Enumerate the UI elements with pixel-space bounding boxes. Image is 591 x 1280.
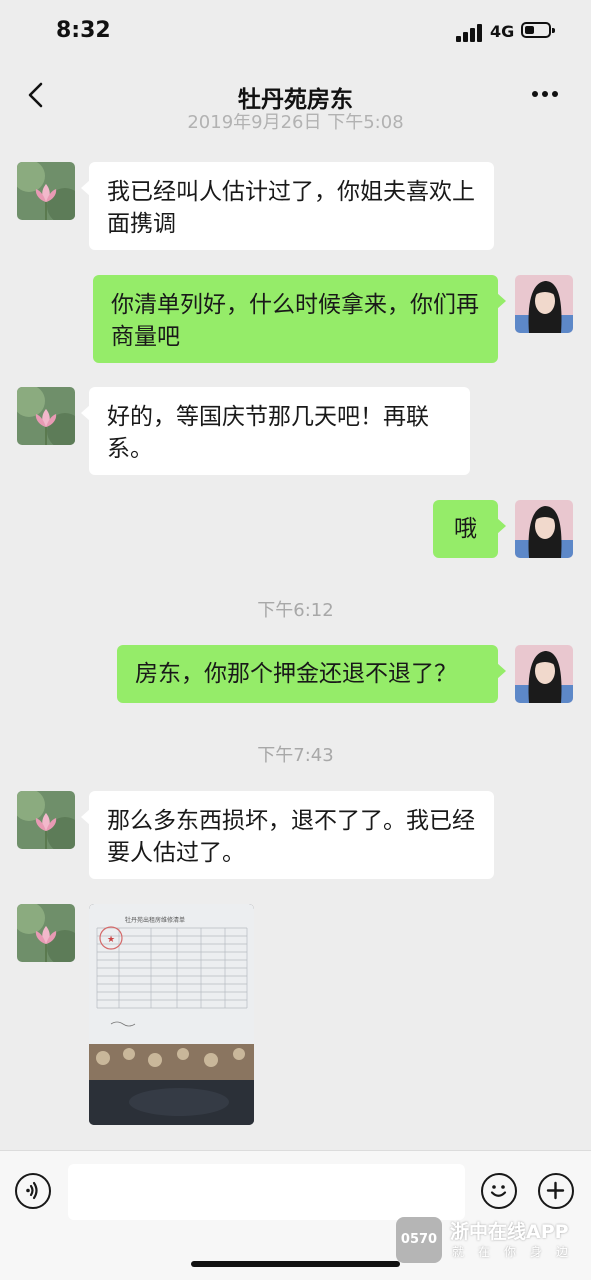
message-input[interactable] bbox=[68, 1164, 465, 1220]
message-bubble-outgoing[interactable]: 哦 bbox=[433, 500, 506, 558]
home-indicator bbox=[191, 1261, 400, 1267]
input-bar: 0570 浙中在线APP 就在你身边 bbox=[0, 1150, 591, 1280]
message-bubble-outgoing[interactable]: 你清单列好，什么时候拿来，你们再商量吧 bbox=[93, 275, 506, 363]
battery-icon bbox=[521, 22, 555, 38]
image-document-title: 牡丹苑出租房维修清单 bbox=[125, 916, 185, 924]
signal-icon bbox=[456, 24, 484, 42]
lotus-icon bbox=[17, 791, 75, 849]
watermark-slogan: 就在你身边 bbox=[452, 1245, 583, 1259]
message-image[interactable]: 牡丹苑出租房维修清单 ★ bbox=[89, 904, 254, 1125]
user-avatar[interactable] bbox=[515, 645, 573, 703]
status-time: 8:32 bbox=[56, 18, 111, 43]
message-bubble-incoming[interactable]: 那么多东西损坏，退不了了。我已经要人估过了。 bbox=[81, 791, 494, 879]
watermark-name: 浙中在线APP bbox=[450, 1221, 569, 1243]
timestamp: 下午7:43 bbox=[257, 745, 334, 766]
landlord-avatar[interactable] bbox=[17, 387, 75, 445]
lotus-icon bbox=[17, 387, 75, 445]
lotus-icon bbox=[17, 904, 75, 962]
document-photo: 牡丹苑出租房维修清单 ★ bbox=[89, 904, 254, 1125]
status-bar: 8:32 4G bbox=[0, 0, 591, 62]
watermark-logo: 0570 bbox=[396, 1217, 442, 1263]
timestamp: 下午6:12 bbox=[257, 600, 334, 621]
chat-title: 牡丹苑房东 bbox=[238, 87, 353, 113]
profile-photo bbox=[515, 275, 573, 333]
landlord-avatar[interactable] bbox=[17, 791, 75, 849]
message-bubble-outgoing[interactable]: 房东，你那个押金还退不退了？ bbox=[117, 645, 506, 703]
voice-icon[interactable] bbox=[15, 1173, 51, 1209]
landlord-avatar[interactable] bbox=[17, 904, 75, 962]
user-avatar[interactable] bbox=[515, 275, 573, 333]
more-dots-icon[interactable] bbox=[530, 90, 560, 100]
profile-photo bbox=[515, 645, 573, 703]
message-bubble-incoming[interactable]: 好的，等国庆节那几天吧！再联系。 bbox=[81, 387, 470, 475]
user-avatar[interactable] bbox=[515, 500, 573, 558]
profile-photo bbox=[515, 500, 573, 558]
timestamp-partial: 2019年9月26日 下午5:08 bbox=[187, 113, 404, 133]
message-bubble-incoming[interactable]: 我已经叫人估计过了，你姐夫喜欢上面携调 bbox=[81, 162, 494, 250]
watermark: 0570 浙中在线APP 就在你身边 bbox=[396, 1217, 588, 1267]
svg-text:★: ★ bbox=[107, 935, 115, 945]
landlord-avatar[interactable] bbox=[17, 162, 75, 220]
emoji-icon[interactable] bbox=[481, 1173, 517, 1209]
lotus-icon bbox=[17, 162, 75, 220]
plus-icon[interactable] bbox=[538, 1173, 574, 1209]
network-type: 4G bbox=[490, 22, 515, 41]
